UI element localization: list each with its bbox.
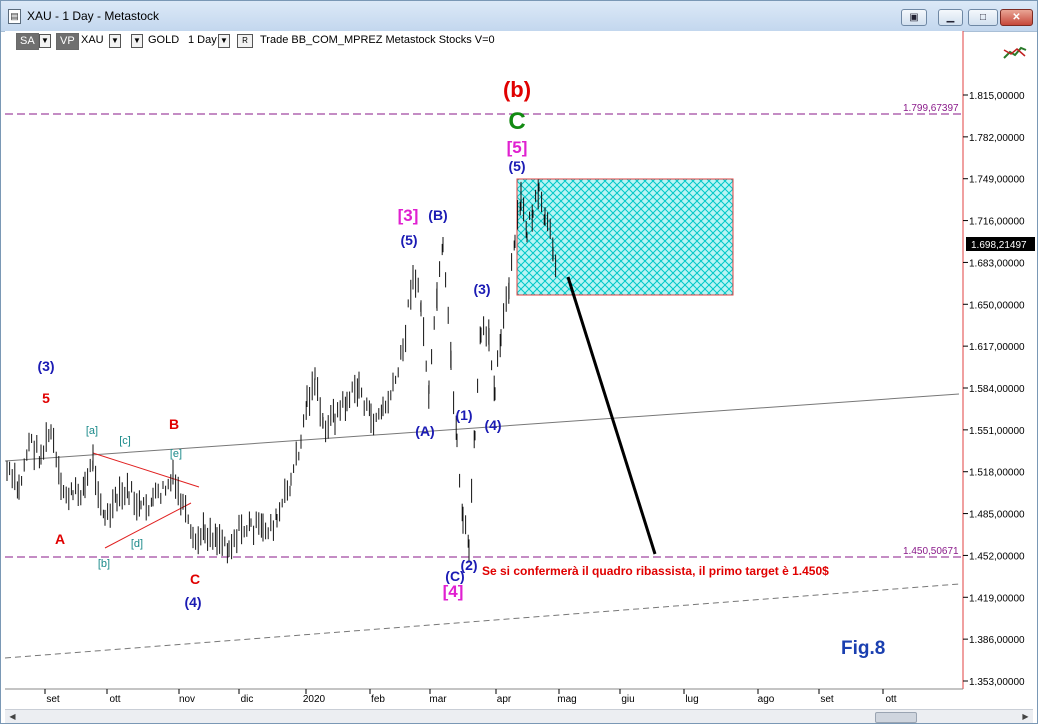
price-tick-label: 1.749,00000 — [969, 175, 1025, 186]
time-tick-label: lug — [685, 694, 698, 705]
toolbar-info: Trade BB_COM_MPREZ Metastock Stocks V=0 — [260, 34, 495, 46]
wave-3-left-label: (3) — [37, 358, 54, 374]
upper-level-label: 1.799,67397 — [903, 103, 959, 114]
wave-1-paren-label: (1) — [455, 407, 472, 423]
price-tick-label: 1.650,00000 — [969, 300, 1025, 311]
current-price-label: 1.698,21497 — [971, 240, 1027, 251]
wave-c-teal-label: [c] — [119, 435, 131, 447]
price-tick-label: 1.518,00000 — [969, 468, 1025, 479]
target-zone-box — [516, 178, 734, 296]
wave-5-bracket-label: [5] — [507, 138, 528, 157]
plot-area — [5, 31, 963, 689]
time-tick-label: nov — [179, 694, 195, 705]
wave-B-red-label: B — [169, 416, 179, 432]
price-tick-label: 1.617,00000 — [969, 342, 1025, 353]
price-tick-label: 1.551,00000 — [969, 426, 1025, 437]
horizontal-scrollbar[interactable]: ◀ ▶ — [5, 709, 1033, 723]
price-tick-label: 1.452,00000 — [969, 551, 1025, 562]
wave-c-green-label: C — [508, 108, 525, 135]
price-tick-label: 1.716,00000 — [969, 217, 1025, 228]
symbol-dropdown-icon[interactable]: ▼ — [109, 34, 121, 48]
time-tick-label: 2020 — [303, 694, 326, 705]
wave-C-red-label: C — [190, 571, 200, 587]
target-note: Se si confermerà il quadro ribassista, i… — [482, 564, 829, 578]
figure-label: Fig.8 — [841, 638, 885, 659]
time-tick-label: ott — [109, 694, 120, 705]
wave-d-teal-label: [d] — [131, 538, 143, 550]
wave-4-paren-label: (4) — [484, 417, 501, 433]
scrollbar-thumb[interactable] — [875, 712, 917, 723]
wave-3-paren-label: (3) — [473, 281, 490, 297]
security-name: GOLD — [148, 34, 180, 46]
time-tick-label: feb — [371, 694, 385, 705]
price-tick-label: 1.485,00000 — [969, 510, 1025, 521]
time-tick-label: giu — [621, 694, 634, 705]
time-tick-label: set — [820, 694, 834, 705]
wave-a-teal-label: [a] — [86, 425, 98, 437]
wave-4-bracket-label: [4] — [443, 582, 464, 601]
wave-A-paren-label: (A) — [415, 423, 434, 439]
sa-button[interactable]: SA — [16, 33, 39, 50]
name-dropdown-icon[interactable]: ▼ — [131, 34, 143, 48]
vp-button[interactable]: VP — [56, 33, 79, 50]
scroll-left-icon[interactable]: ◀ — [6, 711, 19, 722]
time-tick-label: dic — [241, 694, 254, 705]
period-label: 1 Day — [188, 34, 217, 46]
time-tick-label: mar — [429, 694, 447, 705]
wave-3-bracket-label: [3] — [398, 206, 419, 225]
wave-4-left-label: (4) — [184, 594, 201, 610]
scroll-right-icon[interactable]: ▶ — [1019, 711, 1032, 722]
price-tick-label: 1.584,00000 — [969, 384, 1025, 395]
wave-5-red-label: 5 — [42, 390, 50, 406]
r-button[interactable]: R — [237, 34, 253, 48]
time-tick-label: ago — [758, 694, 775, 705]
wave-B-paren-label: (B) — [428, 207, 447, 223]
metastock-window: ▤ XAU - 1 Day - Metastock ▣ ▁ □ ✕ 1.815,… — [0, 0, 1038, 724]
price-chart[interactable]: 1.815,00000 1.782,00000 1.749,00000 1.716,0… — [1, 1, 1037, 723]
price-tick-label: 1.782,00000 — [969, 133, 1025, 144]
time-tick-label: mag — [557, 694, 576, 705]
symbol-label: XAU — [81, 34, 104, 46]
time-tick-label: ott — [885, 694, 896, 705]
period-dropdown-icon[interactable]: ▼ — [218, 34, 230, 48]
price-tick-label: 1.419,00000 — [969, 593, 1025, 604]
time-tick-label: set — [46, 694, 60, 705]
wave-b-label: (b) — [503, 77, 531, 102]
price-tick-label: 1.386,00000 — [969, 635, 1025, 646]
time-tick-label: apr — [497, 694, 512, 705]
wave-b-teal-label: [b] — [98, 558, 110, 570]
price-tick-label: 1.683,00000 — [969, 258, 1025, 269]
wave-5-paren-label: (5) — [508, 158, 525, 174]
chart-trend-icon[interactable] — [1003, 44, 1027, 60]
wave-e-teal-label: [e] — [170, 448, 182, 460]
price-tick-label: 1.815,00000 — [969, 91, 1025, 102]
wave-5-paren-b-label: (5) — [400, 232, 417, 248]
lower-level-label: 1.450,50671 — [903, 546, 959, 557]
price-tick-label: 1.353,00000 — [969, 677, 1025, 688]
sa-dropdown-icon[interactable]: ▼ — [39, 34, 51, 48]
wave-A-red-label: A — [55, 531, 65, 547]
